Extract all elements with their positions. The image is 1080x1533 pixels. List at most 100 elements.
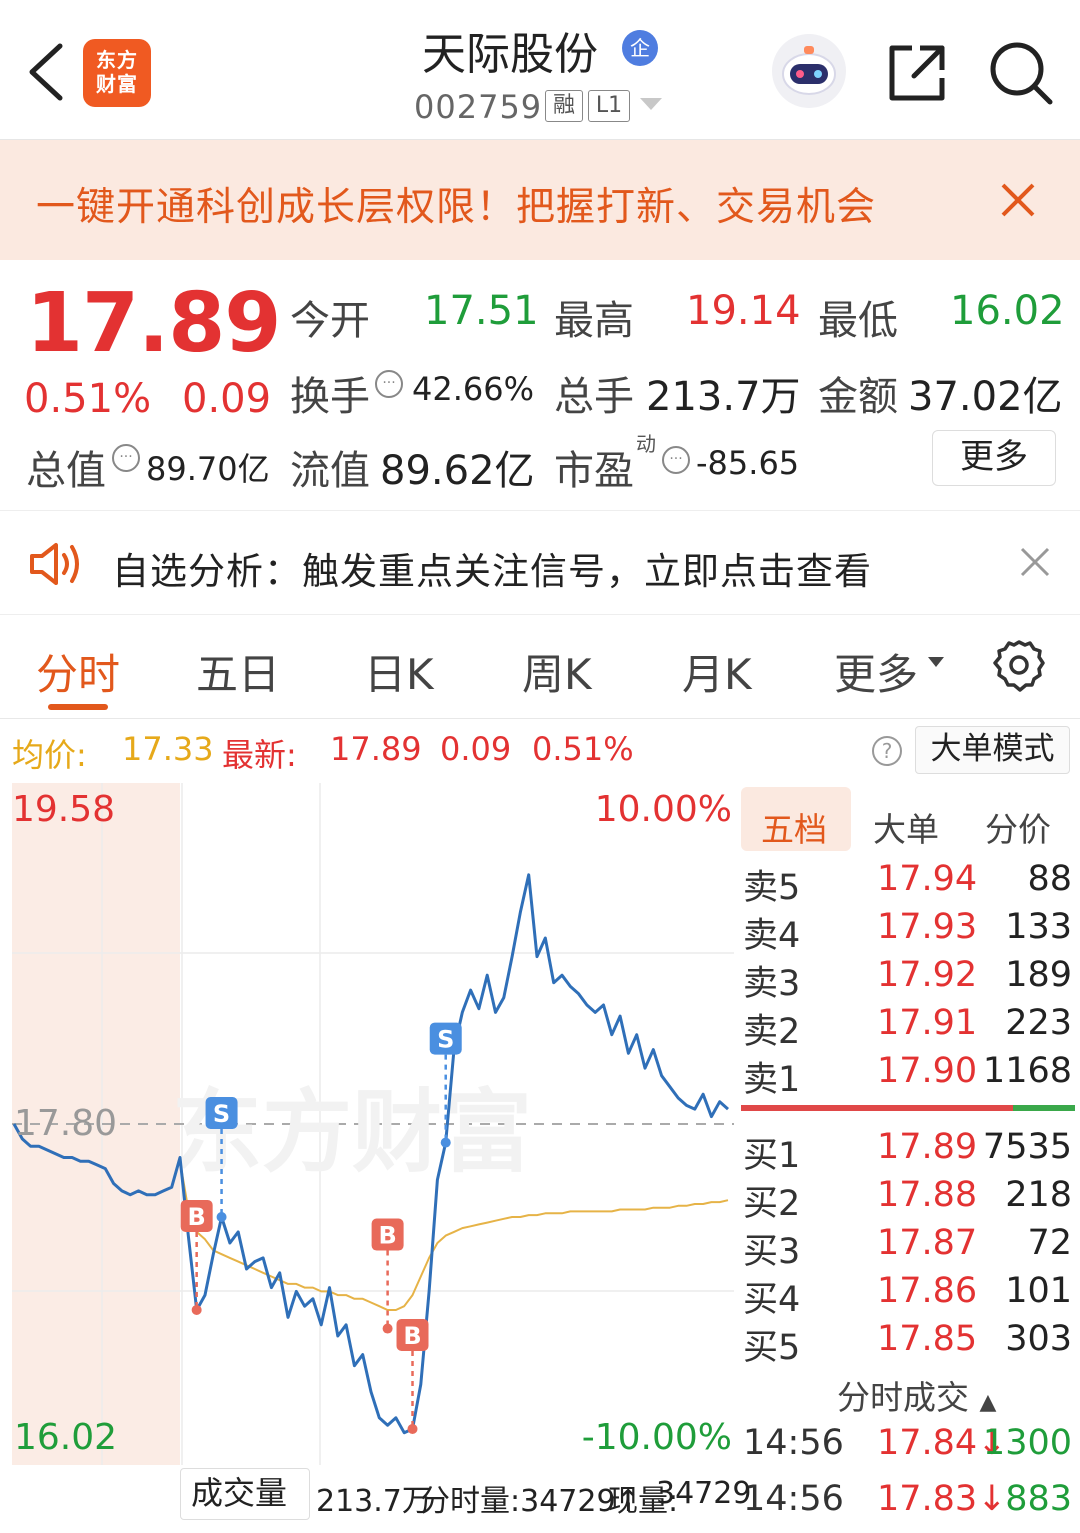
buy-level-row[interactable]: 买3 17.87 72 — [737, 1221, 1080, 1272]
marker-label: B — [378, 1222, 396, 1250]
level-volume: 223 — [1005, 1003, 1072, 1043]
search-icon[interactable] — [988, 40, 1054, 106]
chart-period-tabs: 分时 五日 日K 周K 月K 更多 — [0, 615, 1080, 719]
change-pct-value: 0.51% — [532, 730, 634, 768]
level-volume: 133 — [1005, 907, 1072, 947]
stock-switch-chevron-icon[interactable] — [640, 98, 662, 110]
volume-indicator-bar: 成交量 ▼ 213.7万 分时量:34729↑ 现量: 34729 — [180, 1468, 751, 1524]
change-pct: 0.51% — [24, 376, 152, 422]
sell-level-row[interactable]: 卖4 17.93 133 — [737, 905, 1080, 956]
level-volume: 101 — [1005, 1271, 1072, 1311]
level-price: 17.90 — [877, 1051, 978, 1091]
back-arrow-icon[interactable] — [26, 42, 66, 102]
turnover-info-icon[interactable]: ··· — [375, 370, 403, 398]
marker-label: S — [437, 1026, 454, 1054]
buy-level-row[interactable]: 买1 17.89 7535 — [737, 1125, 1080, 1176]
level-name: 买5 — [743, 1328, 801, 1368]
open-label: 今开 — [290, 298, 370, 344]
turnover-value: 42.66% — [412, 370, 535, 408]
amount-label: 金额 — [818, 374, 898, 420]
pct-top-label: 10.00% — [594, 789, 732, 830]
buy-level-row[interactable]: 买2 17.88 218 — [737, 1173, 1080, 1224]
tab-five-levels[interactable]: 五档 — [761, 803, 827, 851]
pct-bottom-label: -10.00% — [581, 1417, 732, 1458]
marker-dot — [440, 1137, 451, 1148]
sell-level-row[interactable]: 卖1 17.90 1168 — [737, 1049, 1080, 1100]
marker-dot — [216, 1211, 227, 1222]
level-volume: 303 — [1005, 1319, 1072, 1359]
level-price: 17.89 — [877, 1127, 978, 1167]
ai-assistant-robot-icon[interactable] — [772, 34, 846, 108]
level-price: 17.94 — [877, 859, 978, 899]
sell-level-row[interactable]: 卖3 17.92 189 — [737, 953, 1080, 1004]
mktcap-info-icon[interactable]: ··· — [112, 444, 140, 472]
level-price: 17.86 — [877, 1271, 978, 1311]
level-volume: 218 — [1005, 1175, 1072, 1215]
tab-monthly-k[interactable]: 月K — [682, 641, 752, 702]
turnover-label: 换手 — [290, 374, 370, 420]
app-logo[interactable]: 东方 财富 — [83, 39, 151, 107]
margin-tag: 融 — [545, 90, 583, 122]
buy-marker[interactable]: B — [396, 1318, 429, 1434]
order-book-panel: 五档 大单 分价 卖5 17.94 88 卖4 17.93 133 卖3 17.92 189 卖2… — [737, 783, 1080, 1533]
tick-time: 14:56 — [743, 1423, 844, 1463]
tab-five-day[interactable]: 五日 — [196, 641, 280, 702]
sell-level-row[interactable]: 卖5 17.94 88 — [737, 857, 1080, 908]
more-quote-button[interactable]: 更多 — [932, 430, 1056, 486]
more-caret-icon — [928, 657, 944, 667]
level-name: 买1 — [743, 1136, 801, 1176]
y-bottom-label: 16.02 — [14, 1417, 118, 1458]
indicator-dropdown[interactable]: 成交量 ▼ — [180, 1468, 310, 1520]
tick-price: 17.83↓ — [877, 1479, 1007, 1519]
level-price: 17.92 — [877, 955, 978, 995]
caret-up-icon: ▲ — [979, 1390, 997, 1415]
change-amt-value: 0.09 — [440, 730, 512, 768]
total-volume: 213.7万 — [316, 1484, 432, 1519]
share-icon[interactable] — [886, 42, 948, 104]
y-mid-label: 17.80 — [14, 1103, 118, 1144]
level-name: 卖3 — [743, 964, 801, 1004]
buy-level-row[interactable]: 买4 17.86 101 — [737, 1269, 1080, 1320]
tab-more[interactable]: 更多 — [834, 641, 918, 702]
intraday-chart[interactable]: 东方财富 B S B B S 19.58 17.80 16.02 10.00% -10.… — [12, 783, 734, 1465]
notice-close-icon[interactable] — [1020, 547, 1050, 577]
float-label: 流值 — [290, 448, 370, 494]
mktcap-value: 89.70亿 — [146, 450, 270, 488]
level-volume: 1168 — [982, 1051, 1072, 1091]
promo-banner[interactable]: 一键开通科创成长层权限！把握打新、交易机会 — [0, 140, 1080, 260]
level-price: 17.88 — [877, 1175, 978, 1215]
help-icon[interactable]: ? — [872, 736, 902, 766]
pe-label: 市盈 — [554, 448, 634, 494]
level-volume: 7535 — [982, 1127, 1072, 1167]
enterprise-badge-icon: 企 — [622, 30, 658, 66]
tick-time: 14:56 — [743, 1479, 844, 1519]
last-price: 17.89 — [26, 276, 281, 371]
ticks-header[interactable]: 分时成交 ▲ — [837, 1371, 996, 1419]
analysis-notice[interactable]: 自选分析：触发重点关注信号，立即点击查看 — [0, 510, 1080, 615]
big-order-mode-button[interactable]: 大单模式 — [915, 726, 1070, 774]
quote-panel: 17.89 0.51% 0.09 今开 17.51 最高 19.14 最低 16… — [0, 260, 1080, 510]
sell-level-row[interactable]: 卖2 17.91 223 — [737, 1001, 1080, 1052]
tab-price-distribution[interactable]: 分价 — [985, 803, 1051, 851]
last-price-value: 17.89 — [330, 730, 422, 768]
last-price-label: 最新: — [222, 736, 297, 774]
tab-weekly-k[interactable]: 周K — [522, 641, 592, 702]
buy-marker[interactable]: B — [371, 1218, 404, 1334]
tab-intraday[interactable]: 分时 — [36, 641, 120, 702]
level-price: 17.93 — [877, 907, 978, 947]
tab-daily-k[interactable]: 日K — [364, 641, 434, 702]
mktcap-label: 总值 — [26, 448, 106, 494]
buy-level-row[interactable]: 买5 17.85 303 — [737, 1317, 1080, 1368]
marker-dot — [191, 1304, 202, 1315]
pe-info-icon[interactable]: ··· — [662, 446, 690, 474]
avg-price-label: 均价: — [12, 736, 87, 774]
speaker-icon — [28, 541, 84, 587]
watermark: 东方财富 — [172, 1080, 532, 1185]
level-volume: 88 — [1027, 859, 1072, 899]
top-nav-bar: 东方 财富 天际股份 企 002759 融 L1 — [0, 0, 1080, 140]
settings-gear-icon[interactable] — [992, 639, 1046, 693]
close-icon[interactable] — [1000, 182, 1036, 218]
change-amt: 0.09 — [182, 376, 272, 422]
tab-big-orders[interactable]: 大单 — [873, 803, 939, 851]
amount-value: 37.02亿 — [908, 374, 1063, 420]
